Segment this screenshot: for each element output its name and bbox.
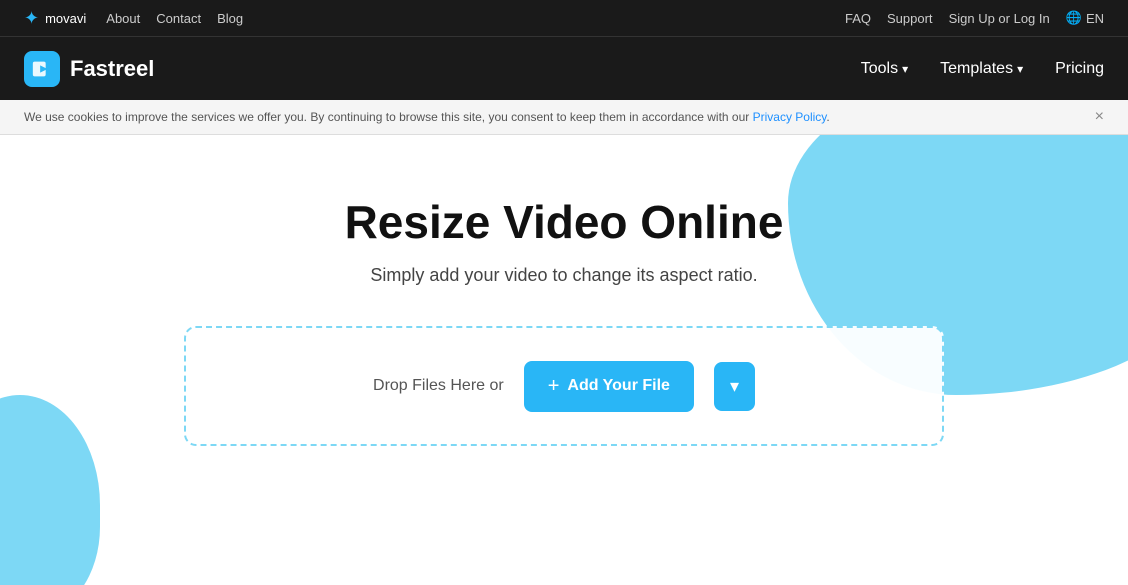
- movavi-label: movavi: [45, 11, 86, 26]
- cookie-close-button[interactable]: ×: [1095, 108, 1104, 126]
- nav-pricing[interactable]: Pricing: [1055, 60, 1104, 78]
- main-nav: Fastreel Tools ▾ Templates ▾ Pricing: [0, 36, 1128, 100]
- nav-links: Tools ▾ Templates ▾ Pricing: [861, 60, 1104, 78]
- drop-zone[interactable]: Drop Files Here or + Add Your File ▾: [184, 326, 944, 446]
- top-bar-left: ✦ movavi About Contact Blog: [24, 8, 243, 29]
- lang-button[interactable]: 🌐 EN: [1066, 10, 1104, 26]
- cookie-banner: We use cookies to improve the services w…: [0, 100, 1128, 135]
- brand: Fastreel: [24, 51, 154, 87]
- lang-label: EN: [1086, 11, 1104, 26]
- link-support[interactable]: Support: [887, 11, 933, 26]
- nav-about[interactable]: About: [106, 11, 140, 26]
- top-bar-right: FAQ Support Sign Up or Log In 🌐 EN: [845, 10, 1104, 26]
- fastreel-logo-icon: [31, 58, 53, 80]
- privacy-policy-link[interactable]: Privacy Policy: [753, 110, 827, 124]
- dropdown-button[interactable]: ▾: [714, 362, 755, 411]
- movavi-dot-icon: ✦: [24, 8, 39, 29]
- add-file-button[interactable]: + Add Your File: [524, 361, 694, 412]
- nav-contact[interactable]: Contact: [156, 11, 201, 26]
- hero-title: Resize Video Online: [345, 195, 784, 249]
- top-bar: ✦ movavi About Contact Blog FAQ Support …: [0, 0, 1128, 36]
- globe-icon: 🌐: [1066, 10, 1082, 26]
- hero-section: Resize Video Online Simply add your vide…: [0, 135, 1128, 585]
- top-bar-nav: About Contact Blog: [106, 11, 243, 26]
- nav-tools[interactable]: Tools ▾: [861, 60, 908, 78]
- link-faq[interactable]: FAQ: [845, 11, 871, 26]
- drop-text: Drop Files Here or: [373, 377, 504, 395]
- hero-subtitle: Simply add your video to change its aspe…: [370, 265, 757, 286]
- nav-templates[interactable]: Templates ▾: [940, 60, 1023, 78]
- plus-icon: +: [548, 375, 560, 398]
- hero-content: Resize Video Online Simply add your vide…: [164, 195, 964, 446]
- nav-blog[interactable]: Blog: [217, 11, 243, 26]
- brand-icon: [24, 51, 60, 87]
- templates-chevron-icon: ▾: [1017, 62, 1023, 76]
- link-signup[interactable]: Sign Up or Log In: [949, 11, 1050, 26]
- add-file-label: Add Your File: [567, 377, 670, 395]
- cookie-text: We use cookies to improve the services w…: [24, 110, 830, 124]
- tools-chevron-icon: ▾: [902, 62, 908, 76]
- chevron-down-icon: ▾: [730, 376, 739, 397]
- blob-bottom-left: [0, 395, 100, 585]
- brand-name[interactable]: Fastreel: [70, 56, 154, 82]
- movavi-logo: ✦ movavi: [24, 8, 86, 29]
